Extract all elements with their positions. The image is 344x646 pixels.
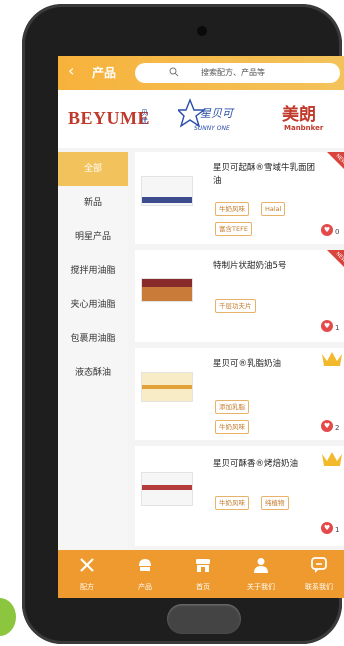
sidebar-item-mixing-fat[interactable]: 搅拌用油脂 <box>58 254 128 288</box>
heart-icon[interactable]: ♥ <box>321 522 333 534</box>
product-tag: 牛奶风味 <box>215 496 249 510</box>
like-count: 1 <box>335 526 340 534</box>
product-image <box>141 176 193 206</box>
heart-icon[interactable]: ♥ <box>321 420 333 432</box>
product-tag: 千层功夫片 <box>215 299 256 313</box>
product-name: 特制片状甜奶油5号 <box>213 261 287 271</box>
like-count: 0 <box>335 228 340 236</box>
crown-icon <box>322 352 342 366</box>
product-image <box>141 372 193 402</box>
brand-strip: BEYUME 贝优 星贝可 SUNNY ONE 美朗 Manbnker <box>58 90 344 148</box>
nav-home[interactable]: 首页 <box>174 550 232 598</box>
sidebar-item-coating-fat[interactable]: 包裹用油脂 <box>58 322 128 356</box>
heart-icon[interactable]: ♥ <box>321 224 333 236</box>
new-ribbon-icon: NEW <box>327 152 344 169</box>
fork-knife-icon <box>80 558 94 572</box>
sidebar-item-new[interactable]: 新品 <box>58 186 128 220</box>
bottom-nav: 配方 产品 首页 关于我们 联系我们 <box>58 550 344 598</box>
chat-icon <box>311 557 327 573</box>
nav-label: 配方 <box>80 583 94 591</box>
sidebar-item-star[interactable]: 明星产品 <box>58 220 128 254</box>
sidebar-item-liquid-shortening[interactable]: 液态酥油 <box>58 356 128 390</box>
page-title: 产品 <box>92 66 117 80</box>
nav-label: 关于我们 <box>247 583 275 591</box>
green-decoration <box>0 598 16 636</box>
nav-label: 产品 <box>138 583 152 591</box>
product-card[interactable]: 特制片状甜奶油5号 千层功夫片 ♥ 1 NEW <box>135 250 344 342</box>
product-tag: 纯植物 <box>261 496 289 510</box>
product-name: 星贝可®乳脂奶油 <box>213 359 282 369</box>
product-tag: 添加乳脂 <box>215 400 249 414</box>
search-icon <box>169 67 179 77</box>
brand-meilang-logo[interactable]: 美朗 <box>282 100 316 125</box>
nav-label: 首页 <box>196 583 210 591</box>
search-input[interactable]: 搜索配方、产品等 <box>135 63 340 83</box>
product-image <box>141 472 193 506</box>
back-button[interactable]: ‹ <box>68 62 74 80</box>
heart-icon[interactable]: ♥ <box>321 320 333 332</box>
nav-about[interactable]: 关于我们 <box>232 550 290 598</box>
brand-beyume-cn: 贝优 <box>141 109 148 125</box>
brand-meilang-en: Manbnker <box>284 124 324 132</box>
app-screen: ‹ 产品 搜索配方、产品等 BEYUME 贝优 星贝可 SUNNY ONE 美朗… <box>58 56 344 598</box>
product-card[interactable]: 星贝可起酥®雪域牛乳面团油 牛奶风味 Halal 富含TEFE ♥ 0 NEW <box>135 152 344 244</box>
sidebar-item-filling-fat[interactable]: 夹心用油脂 <box>58 288 128 322</box>
crown-icon <box>322 452 342 466</box>
product-tag: 牛奶风味 <box>215 420 249 434</box>
nav-contact[interactable]: 联系我们 <box>290 550 344 598</box>
product-name: 星贝可酥香®烤焙奶油 <box>213 459 299 469</box>
product-card[interactable]: 星贝可酥香®烤焙奶油 牛奶风味 纯植物 ♥ 1 <box>135 446 344 546</box>
product-tag: 富含TEFE <box>215 222 252 236</box>
home-button[interactable] <box>167 604 241 634</box>
product-image <box>141 278 193 302</box>
category-sidebar: 全部 新品 明星产品 搅拌用油脂 夹心用油脂 包裹用油脂 液态酥油 <box>58 152 128 550</box>
phone-frame: ‹ 产品 搜索配方、产品等 BEYUME 贝优 星贝可 SUNNY ONE 美朗… <box>22 4 344 644</box>
sidebar-item-all[interactable]: 全部 <box>58 152 128 186</box>
front-camera <box>197 26 207 36</box>
user-icon <box>254 558 268 573</box>
cake-icon <box>139 559 151 571</box>
sunny-en-text: SUNNY ONE <box>194 125 230 132</box>
nav-label: 联系我们 <box>305 583 333 591</box>
nav-recipe[interactable]: 配方 <box>58 550 116 598</box>
product-name: 星贝可起酥®雪域牛乳面团油 <box>213 163 316 186</box>
nav-products[interactable]: 产品 <box>116 550 174 598</box>
shop-icon <box>196 559 210 572</box>
like-count: 1 <box>335 324 340 332</box>
product-card[interactable]: 星贝可®乳脂奶油 添加乳脂 牛奶风味 ♥ 2 <box>135 348 344 440</box>
product-tag: 牛奶风味 <box>215 202 249 216</box>
header-bar: ‹ 产品 搜索配方、产品等 <box>58 56 344 90</box>
sunny-cn-text: 星贝可 <box>200 107 235 120</box>
brand-sunny-one-logo[interactable]: 星贝可 SUNNY ONE <box>178 98 236 140</box>
brand-beyume-logo[interactable]: BEYUME <box>68 108 150 129</box>
new-ribbon-icon: NEW <box>327 250 344 267</box>
like-count: 2 <box>335 424 340 432</box>
search-placeholder: 搜索配方、产品等 <box>201 68 265 77</box>
product-tag: Halal <box>261 202 286 216</box>
